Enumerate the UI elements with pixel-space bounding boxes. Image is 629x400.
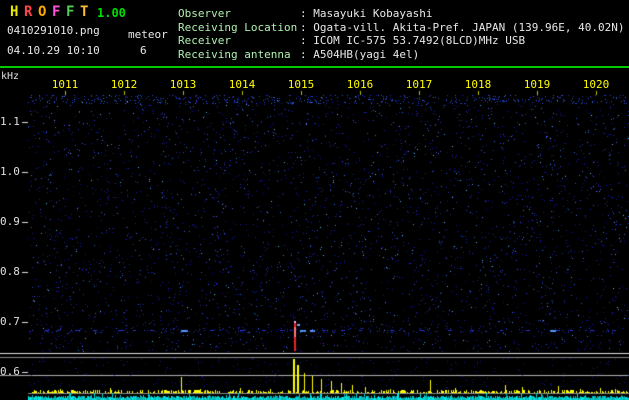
info-value: : A504HB(yagi 4el) (300, 47, 420, 61)
time-tick-label: 1018 (464, 78, 492, 91)
output-filename: 0410291010.png (7, 24, 100, 37)
time-tick-label: 1011 (51, 78, 79, 91)
freq-tick-label: 0.6 (0, 365, 20, 378)
freq-tick-label: 0.8 (0, 265, 20, 278)
info-value: : ICOM IC-575 53.7492(8LCD)MHz USB (300, 34, 526, 47)
time-tick-label: 1019 (523, 78, 551, 91)
freq-tick-label: 1.0 (0, 165, 20, 178)
info-row: Receiving Location: Ogata-vill. Akita-Pr… (178, 21, 625, 35)
info-label: Receiving antenna (178, 47, 291, 61)
freq-tick-label: 1.1 (0, 115, 20, 128)
freq-tick-label: 0.9 (0, 215, 20, 228)
logo-letter: O (38, 4, 47, 20)
app-logo: HROFFT (10, 4, 94, 20)
info-label: Receiving Location (178, 20, 298, 34)
header-info: Observer : Masayuki Kobayashi Receiving Lo… (178, 7, 625, 61)
info-row: Receiving antenna : A504HB(yagi 4el) (178, 48, 625, 62)
info-value: : Ogata-vill. Akita-Pref. JAPAN (139.96E… (300, 20, 625, 34)
time-tick-label: 1015 (287, 78, 315, 91)
time-tick-label: 1013 (169, 78, 197, 91)
logo-letter: F (66, 4, 75, 20)
freq-tick-label: 0.7 (0, 315, 20, 328)
time-tick-label: 1014 (228, 78, 256, 91)
time-tick-label: 1017 (405, 78, 433, 91)
time-tick-label: 1020 (582, 78, 610, 91)
spectrogram-canvas (0, 70, 629, 400)
info-value: : Masayuki Kobayashi (300, 7, 433, 20)
logo-letter: T (80, 4, 89, 20)
time-tick-label: 1012 (110, 78, 138, 91)
mode-label: meteor (128, 28, 168, 41)
hrofft-image: HROFFT 1.00 0410291010.png meteor 04.10.… (0, 0, 629, 400)
info-row: Observer : Masayuki Kobayashi (178, 7, 625, 21)
logo-letter: H (10, 4, 19, 20)
info-label: Observer (178, 7, 231, 20)
info-row: Receiver : ICOM IC-575 53.7492(8LCD)MHz U… (178, 34, 625, 48)
freq-axis-unit: kHz (1, 71, 20, 82)
logo-letter: F (52, 4, 61, 20)
app-version: 1.00 (97, 6, 126, 20)
datetime-label: 04.10.29 10:10 (7, 44, 100, 57)
info-label: Receiver (178, 34, 231, 47)
time-tick-label: 1016 (346, 78, 374, 91)
header-separator (0, 66, 629, 68)
logo-letter: R (24, 4, 33, 20)
meteor-count: 6 (140, 44, 147, 57)
